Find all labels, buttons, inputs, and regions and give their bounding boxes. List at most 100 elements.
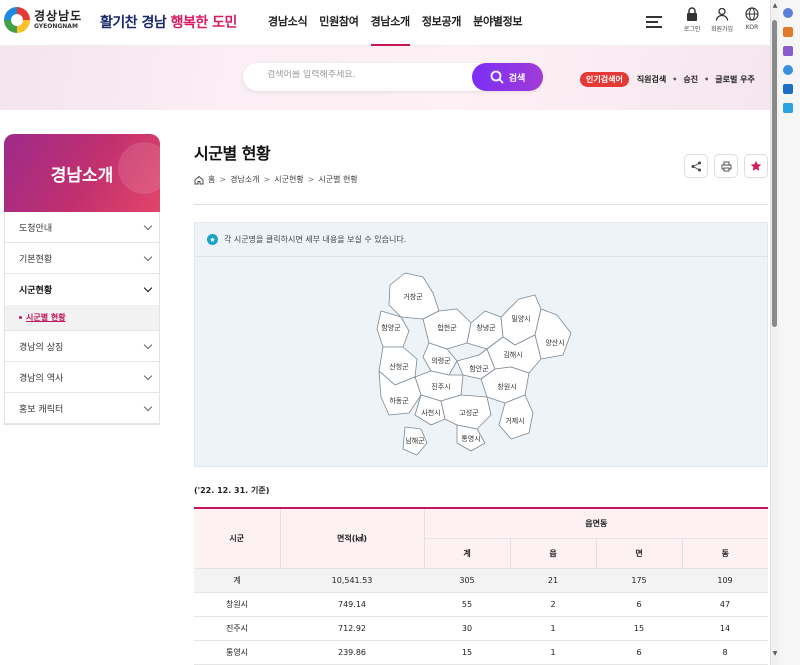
logo-text-ko: 경상남도 [34, 9, 83, 23]
shopping-icon[interactable] [783, 27, 793, 37]
map-label: 산청군 [389, 362, 409, 371]
cell-name[interactable]: 통영시 [194, 640, 280, 665]
sigun-table: 시군 면적(㎢) 읍면동 계 읍 면 동 계 10,541.53 305 21 … [194, 507, 769, 665]
cell-total: 30 [424, 616, 510, 641]
send-icon[interactable] [783, 103, 793, 113]
nav-item-disclosure[interactable]: 정보공개 [422, 0, 462, 46]
chevron-down-icon [143, 283, 153, 293]
map-label: 통영시 [461, 434, 480, 443]
map-label: 의령군 [431, 356, 451, 365]
join-label: 회원가입 [710, 26, 734, 33]
nav-item-news[interactable]: 경남소식 [268, 0, 308, 46]
map-notice: ★ 각 시군명을 클릭하시면 세부 내용을 보실 수 있습니다. [195, 223, 767, 257]
nav-item-fields[interactable]: 분야별정보 [473, 0, 522, 46]
keyword-link[interactable]: 승진 [683, 74, 698, 85]
keyword-link[interactable]: 직원검색 [637, 74, 666, 85]
chevron-down-icon [143, 340, 153, 349]
side-nav-label: 도청안내 [19, 223, 53, 234]
search-button-label: 검색 [508, 72, 526, 83]
map-label: 거제시 [505, 416, 524, 425]
side-nav-item-character[interactable]: 홍보 캐릭터 [5, 393, 159, 424]
cell-dong: 47 [682, 592, 769, 617]
search-input[interactable] [267, 70, 467, 80]
print-button[interactable] [714, 154, 738, 178]
breadcrumb-item[interactable]: 홈 [208, 174, 215, 185]
map-notice-text: 각 시군명을 클릭하시면 세부 내용을 보실 수 있습니다. [224, 235, 407, 244]
breadcrumb-item[interactable]: 시군현황 [274, 174, 303, 185]
user-icon [708, 6, 736, 22]
cell-eup: 1 [510, 640, 596, 665]
side-nav-item-office[interactable]: 도청안내 [5, 212, 159, 243]
chevron-down-icon [143, 371, 153, 380]
map-label: 하동군 [389, 396, 409, 405]
search-band: 검색 인기검색어 직원검색 • 승진 • 글로벌 우주 [0, 46, 770, 110]
col-header-group: 읍면동 [424, 507, 769, 539]
col-header-sigun: 시군 [194, 507, 281, 569]
map-label: 창녕군 [476, 324, 496, 332]
breadcrumb-item[interactable]: 시군별 현황 [318, 174, 357, 185]
cell-total: 15 [424, 640, 510, 665]
side-nav-item-basic[interactable]: 기본현황 [5, 243, 159, 274]
tools-icon[interactable] [783, 46, 793, 56]
favorite-button[interactable] [744, 154, 768, 178]
chevron-down-icon [143, 221, 153, 230]
search-icon [490, 70, 504, 84]
search-button[interactable]: 검색 [472, 63, 543, 91]
language-button[interactable]: KOR [738, 6, 766, 31]
map-label: 거창군 [403, 292, 423, 301]
scrollbar[interactable]: ▲ ▼ [771, 0, 779, 665]
side-nav-item-symbol[interactable]: 경남의 상징 [5, 331, 159, 362]
map-label: 밀양시 [511, 315, 530, 323]
menu-icon[interactable] [646, 16, 662, 28]
breadcrumb-item[interactable]: 경남소개 [230, 174, 259, 185]
join-button[interactable]: 회원가입 [708, 6, 736, 33]
chevron-down-icon [143, 402, 153, 411]
cell-name[interactable]: 창원시 [194, 592, 280, 617]
outlook-icon[interactable] [783, 84, 793, 94]
search-tool-icon[interactable] [783, 8, 793, 18]
cell-name: 계 [194, 568, 280, 593]
map-panel: ★ 각 시군명을 클릭하시면 세부 내용을 보실 수 있습니다. 거창군 함양군… [194, 222, 768, 467]
map-label: 남해군 [405, 436, 425, 445]
login-label: 로그인 [683, 26, 701, 33]
main-content: 시군별 현황 홈 > 경남소개 > 시군현황 > 시군별 현황 ★ 각 시군명을… [194, 140, 769, 665]
login-button[interactable]: 로그인 [678, 6, 706, 33]
gyeongnam-map: 거창군 함양군 합천군 창녕군 밀양시 양산시 산청군 의령군 함안군 김해시 … [376, 272, 572, 456]
col-header-total: 계 [424, 538, 511, 569]
lock-icon [678, 6, 706, 22]
scrollbar-thumb[interactable] [772, 20, 777, 327]
map-label: 합천군 [437, 323, 457, 332]
popular-badge: 인기검색어 [580, 72, 629, 87]
base-date: ('22. 12. 31. 기준) [194, 486, 270, 495]
share-button[interactable] [684, 154, 708, 178]
side-nav-item-history[interactable]: 경남의 역사 [5, 362, 159, 393]
keyword-link[interactable]: 글로벌 우주 [715, 74, 755, 85]
table-row: 진주시 712.92 30 1 15 14 [194, 616, 769, 641]
home-icon[interactable] [194, 175, 204, 185]
keyword-separator: • [672, 75, 678, 84]
bullet-icon [19, 316, 22, 319]
map-label: 창원시 [497, 382, 516, 391]
cell-myeon: 15 [596, 616, 682, 641]
region-yangsan[interactable] [534, 308, 572, 360]
side-nav-item-sigun[interactable]: 시군현황 [5, 274, 159, 305]
site-logo[interactable]: 경상남도 GYEONGNAM [4, 7, 82, 33]
popular-keywords: 인기검색어 직원검색 • 승진 • 글로벌 우주 [580, 72, 755, 87]
side-icons [783, 8, 797, 122]
map-label: 김해시 [503, 350, 522, 359]
nav-item-participation[interactable]: 민원참여 [319, 0, 359, 46]
side-nav-label: 홍보 캐릭터 [19, 404, 64, 415]
side-nav-sub-active[interactable]: 시군별 현황 [5, 305, 159, 331]
scroll-up-icon[interactable]: ▲ [771, 2, 779, 12]
copilot-icon[interactable] [783, 65, 793, 75]
map-label: 고성군 [459, 408, 479, 417]
breadcrumb-separator: > [307, 175, 315, 184]
side-nav: 경남소개 도청안내 기본현황 시군현황 시군별 현황 경남의 상징 경남의 역사… [4, 134, 160, 425]
search-box: 검색 [243, 63, 543, 91]
nav-item-intro[interactable]: 경남소개 [370, 0, 410, 46]
cell-myeon: 6 [596, 640, 682, 665]
cell-name[interactable]: 진주시 [194, 616, 280, 641]
scroll-down-icon[interactable]: ▼ [771, 650, 779, 660]
share-icon [691, 161, 701, 171]
page-actions [678, 154, 768, 178]
